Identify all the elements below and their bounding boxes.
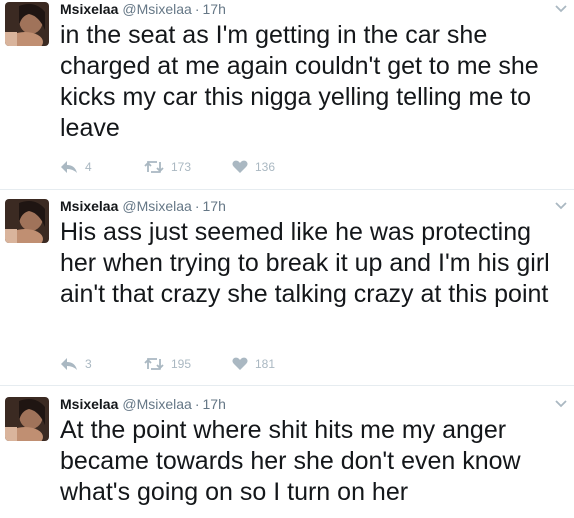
reply-icon: [61, 161, 77, 173]
tweet[interactable]: Msixelaa @Msixelaa · 17h At the point where…: [0, 395, 574, 518]
like-button[interactable]: 181: [232, 357, 312, 371]
chevron-down-icon[interactable]: [554, 199, 568, 211]
retweet-button[interactable]: 173: [144, 160, 232, 174]
tweet[interactable]: Msixelaa @Msixelaa · 17h in the seat as I'm…: [0, 0, 574, 190]
reply-icon: [61, 358, 77, 370]
tweet[interactable]: Msixelaa @Msixelaa · 17h His ass just seeme…: [0, 197, 574, 387]
chevron-down-icon[interactable]: [554, 2, 568, 14]
avatar[interactable]: [5, 199, 49, 243]
tweet-text: At the point where shit hits me my anger…: [60, 416, 521, 506]
reply-button[interactable]: 4: [60, 160, 144, 174]
like-count: 136: [255, 160, 276, 174]
retweet-count: 173: [171, 160, 192, 174]
separator-dot: ·: [194, 396, 200, 412]
avatar[interactable]: [5, 397, 49, 441]
reply-count: 3: [85, 357, 92, 371]
separator-dot: ·: [194, 1, 200, 17]
reply-count: 4: [85, 160, 92, 174]
fullname[interactable]: Msixelaa: [60, 1, 118, 17]
chevron-down-icon[interactable]: [554, 397, 568, 409]
tweet-header: Msixelaa @Msixelaa · 17h: [60, 395, 226, 413]
like-count: 181: [255, 357, 276, 371]
tweet-text: in the seat as I'm getting in the car sh…: [60, 21, 539, 142]
retweet-button[interactable]: 195: [144, 357, 232, 371]
timestamp[interactable]: 17h: [203, 198, 226, 214]
avatar[interactable]: [5, 2, 49, 46]
retweet-icon: [144, 160, 164, 174]
username[interactable]: @Msixelaa: [122, 396, 191, 412]
username[interactable]: @Msixelaa: [122, 198, 191, 214]
avatar-image: [5, 2, 49, 46]
tweet-header: Msixelaa @Msixelaa · 17h: [60, 0, 226, 18]
avatar-image: [5, 199, 49, 243]
tweet-header: Msixelaa @Msixelaa · 17h: [60, 197, 226, 215]
reply-button[interactable]: 3: [60, 357, 144, 371]
like-button[interactable]: 136: [232, 160, 312, 174]
timestamp[interactable]: 17h: [203, 396, 226, 412]
tweet-actions: 4 173 136: [60, 158, 312, 176]
separator-dot: ·: [194, 198, 200, 214]
divider: [0, 189, 574, 190]
tweet-text: His ass just seemed like he was protecti…: [60, 218, 550, 308]
fullname[interactable]: Msixelaa: [60, 396, 118, 412]
heart-icon: [232, 357, 248, 370]
avatar-image: [5, 397, 49, 441]
heart-icon: [232, 160, 248, 173]
divider: [0, 385, 574, 386]
timestamp[interactable]: 17h: [203, 1, 226, 17]
fullname[interactable]: Msixelaa: [60, 198, 118, 214]
retweet-count: 195: [171, 357, 192, 371]
username[interactable]: @Msixelaa: [122, 1, 191, 17]
tweet-actions: 3 195 181: [60, 355, 312, 373]
retweet-icon: [144, 357, 164, 371]
